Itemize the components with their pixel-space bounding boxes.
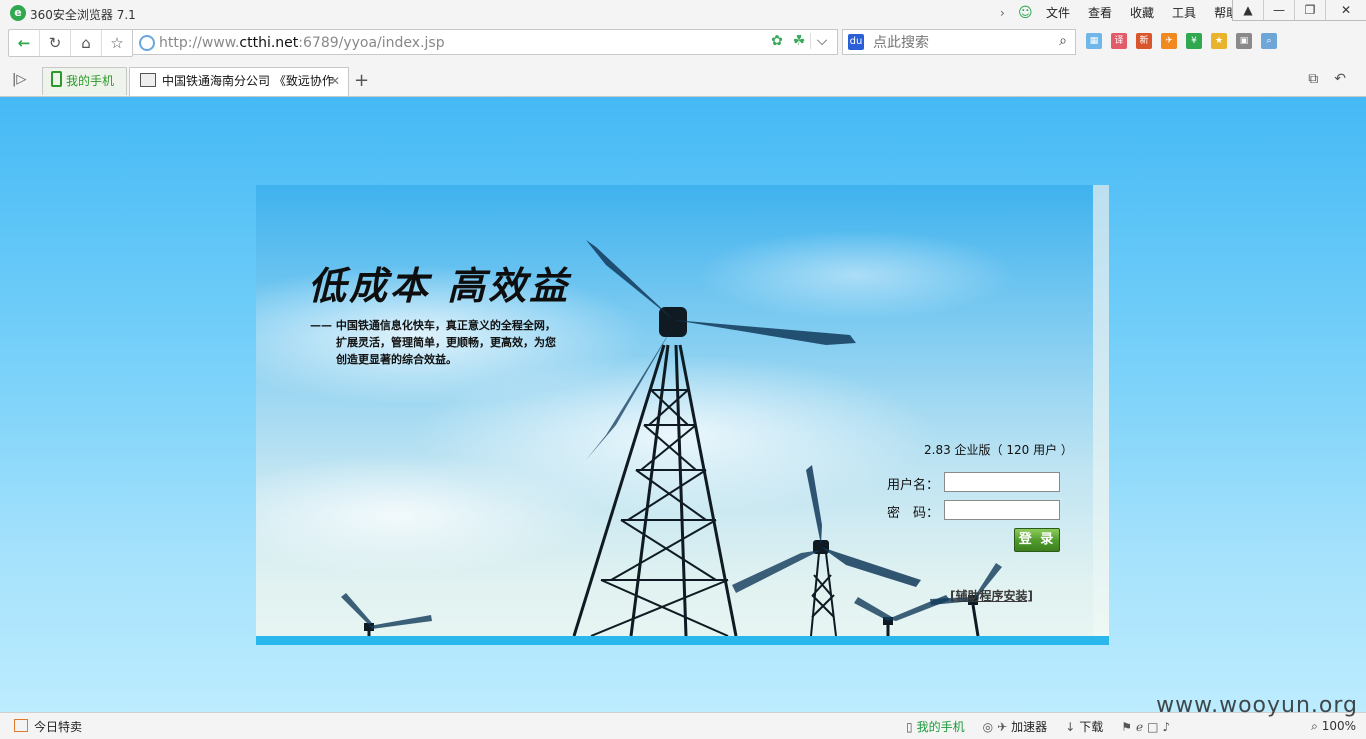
search-box: du ⌕ — [842, 29, 1076, 55]
slogan-text: —— 中国铁通信息化快车，真正意义的全程全网， 扩展灵活，管理简单，更顺畅，更高… — [310, 317, 570, 368]
menu-tools[interactable]: 工具 — [1172, 4, 1196, 21]
undo-close-icon[interactable]: ↶ — [1334, 71, 1346, 87]
baidu-paw-icon[interactable]: du — [848, 34, 864, 50]
login-button[interactable]: 登 录 — [1014, 528, 1060, 552]
wind-turbine-illustration — [256, 230, 1016, 637]
tab-login-page[interactable]: 中国铁通海南分公司 《致远协作 ✕ — [129, 67, 349, 96]
window-controls: ▲ — ❐ ✕ — [1232, 0, 1366, 21]
flight-icon[interactable]: ✈ — [1161, 33, 1177, 49]
banner-bottom-stripe — [256, 636, 1109, 645]
phone-icon — [51, 71, 62, 87]
rocket-icon: ✈ — [997, 719, 1008, 734]
window-icon[interactable]: □ — [1147, 720, 1158, 734]
translate-icon[interactable]: 译 — [1111, 33, 1127, 49]
volume-icon[interactable]: ♪ — [1162, 720, 1170, 734]
compat-mode-icon[interactable]: ☘ — [788, 33, 810, 49]
menu-favorites[interactable]: 收藏 — [1130, 4, 1154, 21]
download-arrow-icon: ↓ — [1065, 719, 1076, 734]
menu-view[interactable]: 查看 — [1088, 4, 1112, 21]
speed-mode-icon[interactable]: ✿ — [766, 33, 788, 49]
slogan-line-2: 扩展灵活，管理简单，更顺畅，更高效，为您 — [336, 336, 556, 349]
status-my-phone[interactable]: 我的手机 — [917, 718, 965, 735]
favorite-star-button[interactable]: ☆ — [102, 30, 132, 56]
close-tab-icon[interactable]: ✕ — [330, 68, 340, 94]
address-bar-icons: ✿ ☘ ⌵ — [766, 33, 833, 49]
password-input[interactable] — [944, 500, 1060, 520]
daily-deals[interactable]: 今日特卖 — [14, 718, 82, 735]
zoom-level[interactable]: ⌕ 100% — [1311, 719, 1356, 734]
status-tools: ▯ 我的手机 ◎ ✈ 加速器 ↓ 下载 ⚑ ℯ □ ♪ — [906, 718, 1174, 735]
slogan-line-3: 创造更显著的综合效益。 — [336, 353, 457, 366]
search-input[interactable] — [871, 32, 1055, 54]
gift-icon — [14, 719, 28, 732]
window-title: 360安全浏览器 7.1 — [30, 8, 136, 22]
apps-icon[interactable]: ▦ — [1086, 33, 1102, 49]
page-content: 低成本 高效益 —— 中国铁通信息化快车，真正意义的全程全网， 扩展灵活，管理简… — [0, 97, 1366, 712]
ie-icon[interactable]: ℯ — [1136, 720, 1143, 734]
banner-right-edge — [1093, 185, 1109, 636]
speed-dial-icon[interactable]: ◎ — [983, 720, 993, 734]
game-icon[interactable]: ★ — [1211, 33, 1227, 49]
back-button[interactable]: ← — [9, 30, 40, 56]
screenshot-icon[interactable]: ▣ — [1236, 33, 1252, 49]
page-favicon-icon — [140, 73, 156, 87]
chevron-down-icon[interactable]: ⌵ — [810, 33, 833, 49]
menu-file[interactable]: 文件 — [1046, 4, 1070, 21]
magnifier-icon[interactable]: ⌕ — [1261, 33, 1277, 49]
news-icon[interactable]: 新 — [1136, 33, 1152, 49]
search-icon[interactable]: ⌕ — [1059, 33, 1067, 49]
menu-bar: › ☺ 文件 查看 收藏 工具 帮助 — [1000, 4, 1256, 21]
slogan-title: 低成本 高效益 — [308, 264, 571, 308]
password-label: 密 码： — [887, 506, 940, 521]
close-button[interactable]: ✕ — [1326, 0, 1366, 20]
watermark: www.wooyun.org — [1156, 693, 1358, 718]
title-bar: e 360安全浏览器 7.1 › ☺ 文件 查看 收藏 工具 帮助 ▲ — ❐ … — [0, 0, 1366, 26]
minimize-button[interactable]: — — [1264, 0, 1295, 20]
tab-tools: ⧉ ↶ — [1292, 71, 1346, 87]
tab-strip: |▷ 我的手机 中国铁通海南分公司 《致远协作 ✕ + ⧉ ↶ — [0, 62, 1366, 97]
sidebar-toggle-icon[interactable]: |▷ — [12, 72, 26, 87]
refresh-button[interactable]: ↻ — [40, 30, 71, 56]
login-banner: 低成本 高效益 —— 中国铁通信息化快车，真正意义的全程全网， 扩展灵活，管理简… — [256, 185, 1109, 645]
browser-logo-icon: e — [10, 5, 26, 21]
status-accelerator[interactable]: 加速器 — [1011, 718, 1047, 735]
globe-icon — [139, 35, 155, 51]
version-info: 2.83 企业版（ 120 用户 ） — [924, 443, 1073, 457]
username-input[interactable] — [944, 472, 1060, 492]
status-download[interactable]: 下载 — [1079, 718, 1103, 735]
helper-install-link[interactable]: [辅助程序安装] — [950, 587, 1033, 604]
tab-my-phone[interactable]: 我的手机 — [42, 67, 127, 95]
home-button[interactable]: ⌂ — [71, 30, 102, 56]
navigation-bar: ← ↻ ⌂ ☆ http://www.ctthi.net:6789/yyoa/i… — [0, 26, 1366, 62]
phone-icon: ▯ — [906, 719, 913, 734]
tab-list-icon[interactable]: ⧉ — [1308, 71, 1318, 87]
flag-icon[interactable]: ⚑ — [1121, 720, 1132, 734]
new-tab-button[interactable]: + — [354, 70, 369, 91]
nav-buttons: ← ↻ ⌂ ☆ — [8, 29, 133, 57]
username-label: 用户名： — [887, 478, 940, 493]
chevron-right-icon[interactable]: › — [1000, 6, 1014, 20]
url-text[interactable]: http://www.ctthi.net:6789/yyoa/index.jsp — [159, 35, 445, 51]
maximize-button[interactable]: ❐ — [1295, 0, 1326, 20]
skin-icon[interactable]: ▲ — [1233, 0, 1264, 20]
address-bar[interactable]: http://www.ctthi.net:6789/yyoa/index.jsp… — [132, 29, 838, 55]
slogan-line-1: —— 中国铁通信息化快车，真正意义的全程全网， — [310, 319, 556, 332]
extension-toolbar: ▦ 译 新 ✈ ¥ ★ ▣ ⌕ — [1086, 33, 1286, 49]
shopping-shield-icon[interactable]: ¥ — [1186, 33, 1202, 49]
user-icon[interactable]: ☺ — [1018, 5, 1034, 21]
